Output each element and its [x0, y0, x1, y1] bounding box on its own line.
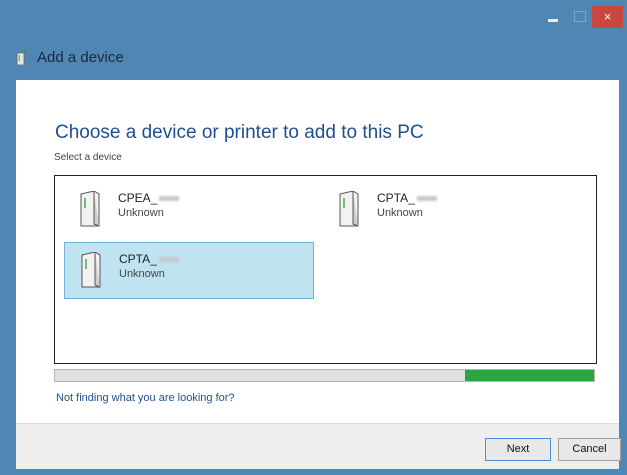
button-bar: Next Cancel [16, 423, 621, 469]
device-list[interactable]: CPEA_ Unknown CPTA_ Unknown CPTA_ Unknow… [54, 175, 597, 364]
close-button[interactable]: × [592, 6, 623, 28]
title-bar[interactable]: Add a device × [0, 0, 627, 80]
device-status: Unknown [118, 207, 164, 219]
device-name: CPTA_ [377, 191, 415, 205]
device-status: Unknown [377, 207, 423, 219]
device-name: CPEA_ [118, 191, 158, 205]
computer-tower-icon [81, 252, 101, 288]
redacted-text [416, 196, 437, 202]
close-icon: × [603, 9, 612, 24]
page-title: Choose a device or printer to add to thi… [55, 122, 424, 143]
device-name: CPTA_ [119, 252, 157, 266]
next-button[interactable]: Next [485, 438, 551, 461]
add-device-window: Add a device × Choose a device or printe… [0, 0, 627, 475]
device-item[interactable]: CPTA_ Unknown [323, 182, 573, 239]
maximize-icon [574, 11, 586, 22]
add-device-icon [16, 50, 27, 65]
device-item[interactable]: CPEA_ Unknown [64, 182, 314, 239]
device-status: Unknown [119, 268, 165, 280]
computer-tower-icon [80, 191, 100, 227]
minimize-button[interactable] [540, 6, 566, 28]
maximize-button[interactable] [566, 6, 592, 28]
minimize-icon [548, 19, 558, 22]
redacted-text [159, 196, 180, 202]
search-progress-bar [54, 369, 595, 382]
computer-tower-icon [339, 191, 359, 227]
help-link[interactable]: Not finding what you are looking for? [56, 392, 235, 404]
wizard-content: Choose a device or printer to add to thi… [16, 80, 619, 423]
window-title: Add a device [37, 49, 124, 66]
redacted-text [158, 257, 179, 263]
cancel-button[interactable]: Cancel [558, 438, 621, 461]
select-device-label: Select a device [54, 152, 122, 163]
device-item-selected[interactable]: CPTA_ Unknown [64, 242, 314, 299]
progress-fill [464, 370, 594, 381]
